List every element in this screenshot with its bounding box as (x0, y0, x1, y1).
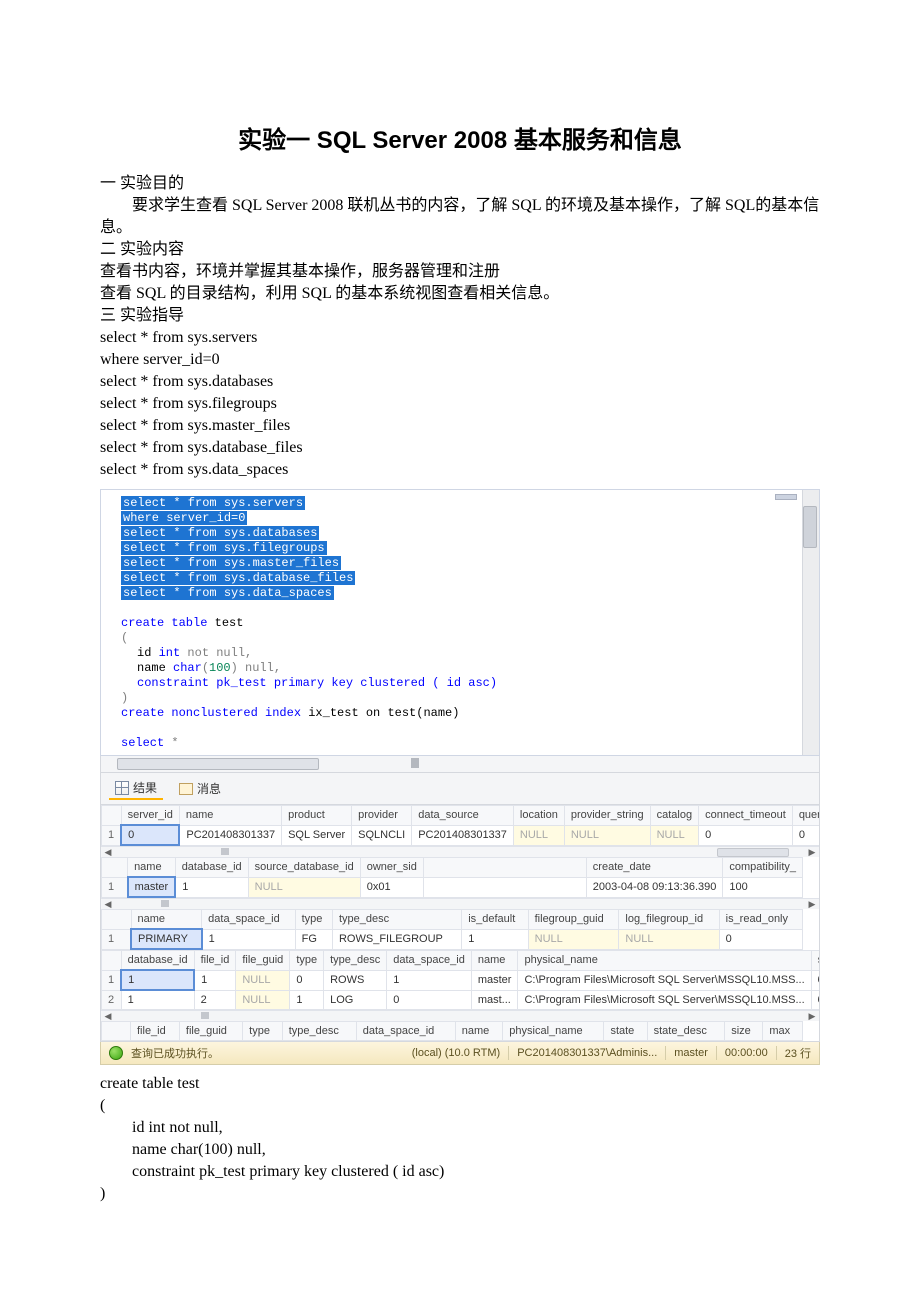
status-text: 查询已成功执行。 (131, 1045, 219, 1061)
scrollbar-vertical[interactable] (802, 490, 819, 755)
status-server: (local) (10.0 RTM) (412, 1047, 500, 1059)
status-user: PC201408301337\Adminis... (517, 1047, 657, 1059)
scrollbar-marker (411, 758, 419, 768)
table-header: namedata_space_idtypetype_descis_default… (102, 910, 803, 930)
code-line: select * from sys.databases (100, 371, 820, 393)
table-row[interactable]: 1 PRIMARY1FGROWS_FILEGROUP1NULLNULL0 (102, 929, 803, 949)
kw: create table (121, 616, 207, 630)
paren: ( (121, 631, 128, 645)
scrollbar-thumb[interactable] (117, 758, 319, 770)
result-grid-3[interactable]: namedata_space_idtypetype_descis_default… (101, 909, 819, 950)
tab-results[interactable]: 结果 (109, 777, 163, 800)
code-line: name char(100) null, (100, 1139, 820, 1161)
table-row[interactable]: 1 11NULL0ROWS1masterC:\Program Files\Mic… (102, 970, 820, 990)
chevron-left-icon[interactable]: ◀ (101, 1011, 115, 1021)
scrollbar-horizontal[interactable] (100, 756, 820, 773)
results-tabs: 结果 消息 (100, 773, 820, 805)
sql-editor[interactable]: select * from sys.servers where server_i… (100, 489, 820, 756)
code-line: where server_id=0 (100, 349, 820, 371)
result-grid-5[interactable]: file_idfile_guidtypetype_descdata_space_… (101, 1021, 819, 1041)
tab-label: 消息 (197, 780, 221, 797)
code-line: select * from sys.master_files (100, 415, 820, 437)
code-line: select * from sys.data_spaces (100, 459, 820, 481)
chevron-right-icon[interactable]: ▶ (805, 899, 819, 909)
chevron-left-icon[interactable]: ◀ (101, 847, 115, 857)
grid-scrollbar[interactable]: ◀▶ (101, 846, 819, 857)
code-line: ) (100, 1183, 820, 1205)
success-icon (109, 1046, 123, 1060)
status-db: master (674, 1047, 708, 1059)
chevron-right-icon[interactable]: ▶ (805, 1011, 819, 1021)
table-row[interactable]: 1 master1NULL0x012003-04-08 09:13:36.390… (102, 877, 803, 897)
hl-line: select * from sys.servers (121, 496, 305, 510)
grid-scrollbar[interactable]: ◀▶ (101, 1010, 819, 1021)
status-rows: 23 行 (785, 1045, 811, 1061)
chevron-right-icon[interactable]: ▶ (805, 847, 819, 857)
table-row[interactable]: 2 12NULL1LOG0mast...C:\Program Files\Mic… (102, 990, 820, 1010)
result-grid-1[interactable]: server_idnameproductproviderdata_sourcel… (101, 805, 819, 846)
section1-heading: 一 实验目的 (100, 173, 820, 195)
hl-line: select * from sys.master_files (121, 556, 341, 570)
hl-line: select * from sys.databases (121, 526, 319, 540)
result-grid-4[interactable]: database_idfile_idfile_guidtypetype_desc… (101, 950, 819, 1010)
section2-heading: 二 实验内容 (100, 239, 820, 261)
message-icon (179, 783, 193, 795)
table-header: server_idnameproductproviderdata_sourcel… (102, 806, 820, 826)
hl-line: select * from sys.filegroups (121, 541, 327, 555)
grid-scrollbar[interactable]: ◀▶ (101, 898, 819, 909)
tab-messages[interactable]: 消息 (173, 777, 227, 800)
scrollbar-thumb[interactable] (803, 506, 817, 548)
table-header: namedatabase_idsource_database_idowner_s… (102, 858, 803, 878)
page-title: 实验一 SQL Server 2008 基本服务和信息 (100, 120, 820, 155)
section2-line2: 查看 SQL 的目录结构，利用 SQL 的基本系统视图查看相关信息。 (100, 283, 820, 305)
table-header: database_idfile_idfile_guidtypetype_desc… (102, 951, 820, 971)
sql-editor-screenshot: select * from sys.servers where server_i… (100, 489, 820, 1065)
code-line: constraint pk_test primary key clustered… (100, 1161, 820, 1183)
hl-line: select * from sys.database_files (121, 571, 355, 585)
paren: ) (121, 691, 128, 705)
minimap-overview (775, 494, 797, 500)
code-line: select * from sys.servers (100, 327, 820, 349)
constraint-line: constraint pk_test primary key clustered… (137, 676, 497, 690)
chevron-left-icon[interactable]: ◀ (101, 899, 115, 909)
grid-icon (115, 781, 129, 795)
result-grid-2[interactable]: namedatabase_idsource_database_idowner_s… (101, 857, 819, 898)
code-line: id int not null, (100, 1117, 820, 1139)
code-line: select * from sys.database_files (100, 437, 820, 459)
status-time: 00:00:00 (725, 1047, 768, 1059)
section3-heading: 三 实验指导 (100, 305, 820, 327)
hl-line: select * from sys.data_spaces (121, 586, 334, 600)
hl-line: where server_id=0 (121, 511, 247, 525)
section1-body: 要求学生查看 SQL Server 2008 联机丛书的内容，了解 SQL 的环… (100, 195, 820, 239)
code-line: create table test (100, 1073, 820, 1095)
status-bar: 查询已成功执行。 (local) (10.0 RTM) PC2014083013… (100, 1042, 820, 1065)
code-line: ( (100, 1095, 820, 1117)
code-line: select * from sys.filegroups (100, 393, 820, 415)
section2-line1: 查看书内容，环境并掌握其基本操作，服务器管理和注册 (100, 261, 820, 283)
tab-label: 结果 (133, 779, 157, 796)
table-row[interactable]: 1 0PC201408301337SQL ServerSQLNCLIPC2014… (102, 825, 820, 845)
table-header: file_idfile_guidtypetype_descdata_space_… (102, 1022, 803, 1041)
